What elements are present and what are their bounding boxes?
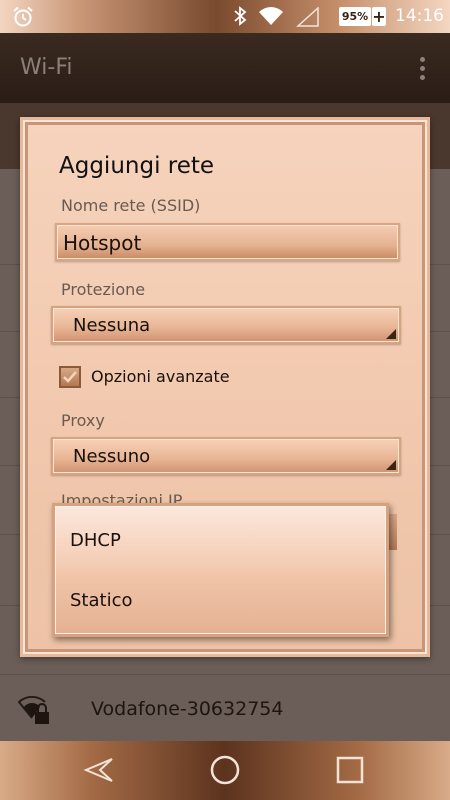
- dialog-title: Aggiungi rete: [59, 153, 215, 179]
- alarm-icon: [13, 6, 33, 27]
- security-dropdown[interactable]: Nessuna: [51, 306, 401, 344]
- back-icon[interactable]: [82, 753, 116, 787]
- clock: 14:16: [395, 6, 444, 26]
- charging-icon: +: [372, 7, 386, 26]
- checkmark-icon: [63, 371, 77, 383]
- security-label: Protezione: [61, 280, 146, 299]
- signal-icon: [296, 7, 319, 27]
- ssid-label: Nome rete (SSID): [61, 196, 201, 215]
- recents-icon[interactable]: [333, 753, 367, 787]
- security-value: Nessuna: [73, 315, 151, 336]
- bluetooth-icon: [234, 6, 247, 26]
- ip-settings-popup: DHCP Statico: [52, 503, 389, 637]
- battery-level: 95%: [339, 7, 371, 26]
- advanced-options-checkbox[interactable]: Opzioni avanzate: [59, 363, 299, 393]
- wifi-icon: [259, 7, 283, 25]
- status-bar: 95% + 14:16: [0, 0, 450, 33]
- proxy-value: Nessuno: [73, 446, 151, 467]
- network-name: Vodafone-30632754: [91, 698, 284, 720]
- home-icon[interactable]: [208, 753, 242, 787]
- proxy-dropdown[interactable]: Nessuno: [51, 437, 401, 475]
- ssid-value: Hotspot: [63, 231, 142, 255]
- list-divider: [0, 674, 450, 675]
- advanced-options-label: Opzioni avanzate: [91, 367, 230, 386]
- network-list-item[interactable]: Vodafone-30632754: [0, 676, 450, 742]
- checkbox[interactable]: [59, 366, 81, 388]
- action-bar: Wi-Fi: [0, 33, 450, 103]
- ssid-input[interactable]: Hotspot: [55, 223, 400, 261]
- overflow-menu-icon[interactable]: [414, 55, 430, 83]
- ip-settings-dropdown-edge: [389, 514, 397, 550]
- wifi-locked-icon: [18, 695, 49, 724]
- page-title: Wi-Fi: [20, 55, 73, 80]
- dropdown-caret-icon: [386, 329, 396, 339]
- proxy-label: Proxy: [61, 411, 105, 430]
- dropdown-caret-icon: [386, 460, 396, 470]
- navigation-bar: [0, 741, 450, 800]
- option-static[interactable]: Statico: [70, 590, 132, 611]
- option-dhcp[interactable]: DHCP: [70, 530, 121, 551]
